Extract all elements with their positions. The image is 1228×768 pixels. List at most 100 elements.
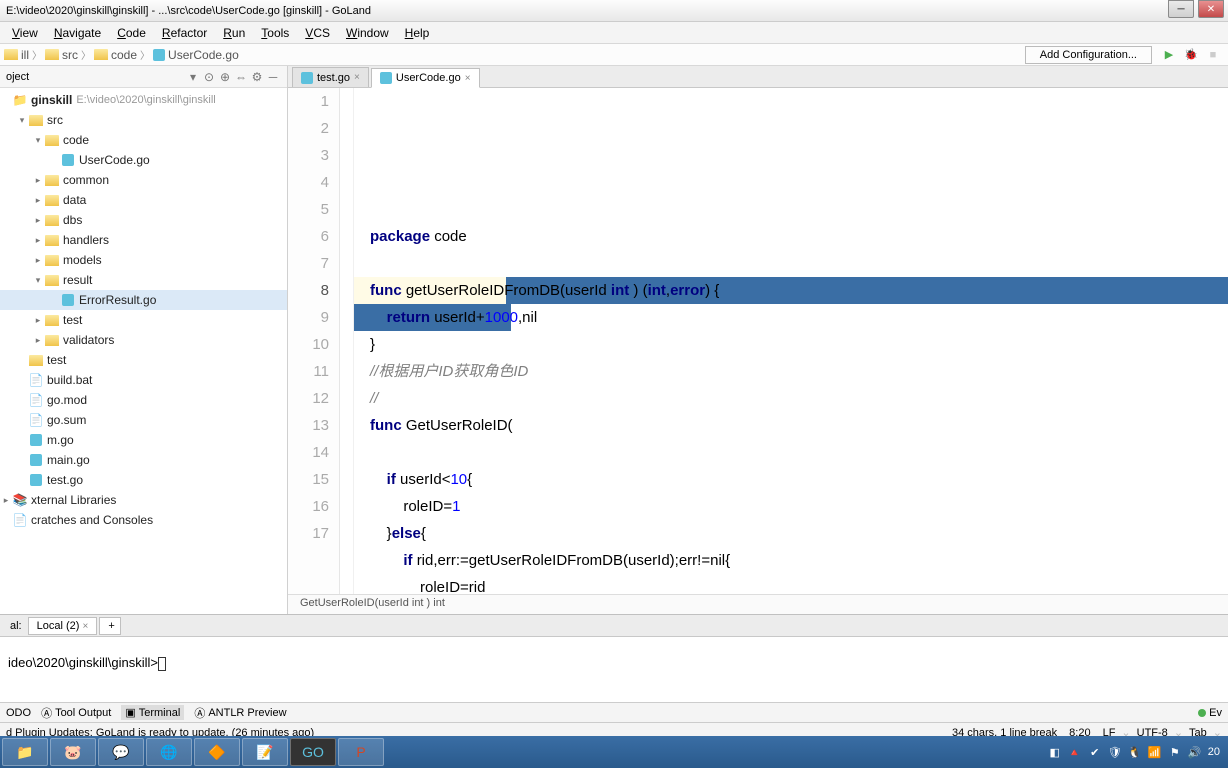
twisty-icon[interactable]: ▸	[32, 335, 44, 346]
code-line[interactable]	[370, 250, 1228, 277]
twisty-icon[interactable]: ▸	[32, 175, 44, 186]
tray-icon[interactable]: 🐧	[1128, 745, 1142, 759]
twisty-icon[interactable]: ▾	[32, 275, 44, 286]
code-line[interactable]: roleID=1	[370, 493, 1228, 520]
twisty-icon[interactable]: ▾	[32, 135, 44, 146]
menu-run[interactable]: Run	[215, 24, 253, 42]
twisty-icon[interactable]: ▾	[16, 115, 28, 126]
tree-item[interactable]: 📄go.mod	[0, 390, 287, 410]
menu-navigate[interactable]: Navigate	[46, 24, 109, 42]
tray-icon[interactable]: ◧	[1048, 745, 1062, 759]
code-line[interactable]: if rid,err:=getUserRoleIDFromDB(userId);…	[370, 547, 1228, 574]
editor-tab[interactable]: UserCode.go×	[371, 68, 480, 88]
code-line[interactable]: if userId<10{	[370, 466, 1228, 493]
locate-icon[interactable]: ⊕	[217, 70, 233, 84]
taskbar-chrome[interactable]: 🌐	[146, 738, 192, 766]
tree-item[interactable]: 📄build.bat	[0, 370, 287, 390]
twisty-icon[interactable]: ▸	[32, 215, 44, 226]
tree-item[interactable]: ▸dbs	[0, 210, 287, 230]
taskbar-app2[interactable]: 🔶	[194, 738, 240, 766]
tree-item[interactable]: ▸handlers	[0, 230, 287, 250]
menu-refactor[interactable]: Refactor	[154, 24, 215, 42]
tray-icon[interactable]: ✔	[1088, 745, 1102, 759]
tree-item[interactable]: ErrorResult.go	[0, 290, 287, 310]
tray-icon[interactable]: 🛡	[1108, 745, 1122, 759]
code-line[interactable]: //根据用户ID获取角色ID	[370, 358, 1228, 385]
tray-icon[interactable]: 📶	[1148, 745, 1162, 759]
tree-item[interactable]: UserCode.go	[0, 150, 287, 170]
taskbar-notepad[interactable]: 📝	[242, 738, 288, 766]
menu-view[interactable]: View	[4, 24, 46, 42]
project-dropdown-icon[interactable]: ▾	[185, 70, 201, 84]
tree-item[interactable]: ▸validators	[0, 330, 287, 350]
close-button[interactable]: ✕	[1198, 0, 1224, 18]
tree-item[interactable]: test.go	[0, 470, 287, 490]
code-line[interactable]: //	[370, 385, 1228, 412]
antlr-preview-tab[interactable]: Ⓐ ANTLR Preview	[194, 705, 286, 721]
system-tray[interactable]: ◧ 🔺 ✔ 🛡 🐧 📶 ⚑ 🔊 20	[1048, 745, 1226, 759]
breadcrumb-item[interactable]: ill	[4, 48, 29, 62]
minimize-button[interactable]: ─	[1168, 0, 1194, 18]
volume-icon[interactable]: 🔊	[1188, 745, 1202, 759]
tree-item[interactable]: m.go	[0, 430, 287, 450]
taskbar-explorer[interactable]: 📁	[2, 738, 48, 766]
tool-output-tab[interactable]: ⒶTool Output	[41, 705, 111, 721]
tray-icon[interactable]: ⚑	[1168, 745, 1182, 759]
scroll-from-source-icon[interactable]: ⊙	[201, 70, 217, 84]
todo-tab[interactable]: ODO	[6, 707, 31, 719]
tree-item[interactable]: ▸models	[0, 250, 287, 270]
tree-item[interactable]: ▾code	[0, 130, 287, 150]
project-tree[interactable]: 📁 ginskill E:\video\2020\ginskill\ginski…	[0, 88, 287, 614]
code-line[interactable]: func GetUserRoleID(userId int ) int {	[370, 412, 1228, 439]
twisty-icon[interactable]: ▸	[32, 315, 44, 326]
tree-item[interactable]: ▸test	[0, 310, 287, 330]
code-area[interactable]: 1234567891011121314151617 package codefu…	[288, 88, 1228, 594]
tree-item[interactable]: test	[0, 350, 287, 370]
twisty-icon[interactable]: ▸	[32, 195, 44, 206]
scratches[interactable]: 📄 cratches and Consoles	[0, 510, 287, 530]
tree-root[interactable]: 📁 ginskill E:\video\2020\ginskill\ginski…	[0, 90, 287, 110]
close-icon[interactable]: ×	[354, 72, 360, 83]
hide-icon[interactable]: ─	[265, 70, 281, 84]
menu-window[interactable]: Window	[338, 24, 397, 42]
menu-help[interactable]: Help	[397, 24, 438, 42]
event-log[interactable]: Ev	[1198, 707, 1222, 719]
editor-breadcrumb[interactable]: GetUserRoleID(userId int ) int	[288, 594, 1228, 614]
settings-icon[interactable]: ⚙	[249, 70, 265, 84]
tray-icon[interactable]: 🔺	[1068, 745, 1082, 759]
breadcrumb-item[interactable]: UserCode.go	[153, 48, 239, 62]
taskbar-wechat[interactable]: 💬	[98, 738, 144, 766]
terminal-tab[interactable]: ▣ Terminal	[121, 705, 184, 720]
taskbar-app[interactable]: 🐷	[50, 738, 96, 766]
tree-item[interactable]: ▾src	[0, 110, 287, 130]
taskbar-goland[interactable]: GO	[290, 738, 336, 766]
breadcrumb-item[interactable]: code	[94, 48, 137, 62]
tree-item[interactable]: ▸common	[0, 170, 287, 190]
tree-item[interactable]: main.go	[0, 450, 287, 470]
terminal-tab-local[interactable]: Local (2) ×	[28, 617, 98, 635]
fold-column[interactable]	[340, 88, 354, 594]
close-icon[interactable]: ×	[465, 73, 471, 84]
tree-item[interactable]: 📄go.sum	[0, 410, 287, 430]
menu-tools[interactable]: Tools	[253, 24, 297, 42]
breadcrumb-item[interactable]: src	[45, 48, 78, 62]
debug-icon[interactable]: 🐞	[1182, 46, 1200, 64]
twisty-icon[interactable]: ▸	[32, 255, 44, 266]
code-line[interactable]: }else{	[370, 520, 1228, 547]
code-content[interactable]: package codefunc getUserRoleIDFromDB(use…	[354, 88, 1228, 594]
twisty-icon[interactable]: ▸	[32, 235, 44, 246]
tray-clock[interactable]: 20	[1208, 746, 1220, 758]
menu-code[interactable]: Code	[109, 24, 154, 42]
editor-tab[interactable]: test.go×	[292, 67, 369, 87]
menu-vcs[interactable]: VCS	[297, 24, 338, 42]
code-line[interactable]: package code	[370, 223, 1228, 250]
tree-item[interactable]: ▸data	[0, 190, 287, 210]
code-line[interactable]: roleID=rid	[370, 574, 1228, 594]
terminal-body[interactable]: ideo\2020\ginskill\ginskill>	[0, 637, 1228, 702]
tree-item[interactable]: ▾result	[0, 270, 287, 290]
code-line[interactable]: var roleID int	[370, 439, 1228, 466]
new-terminal-button[interactable]: +	[99, 617, 121, 635]
twisty-icon[interactable]: ▸	[0, 495, 12, 506]
code-line[interactable]: }	[370, 331, 1228, 358]
close-icon[interactable]: ×	[82, 621, 88, 632]
